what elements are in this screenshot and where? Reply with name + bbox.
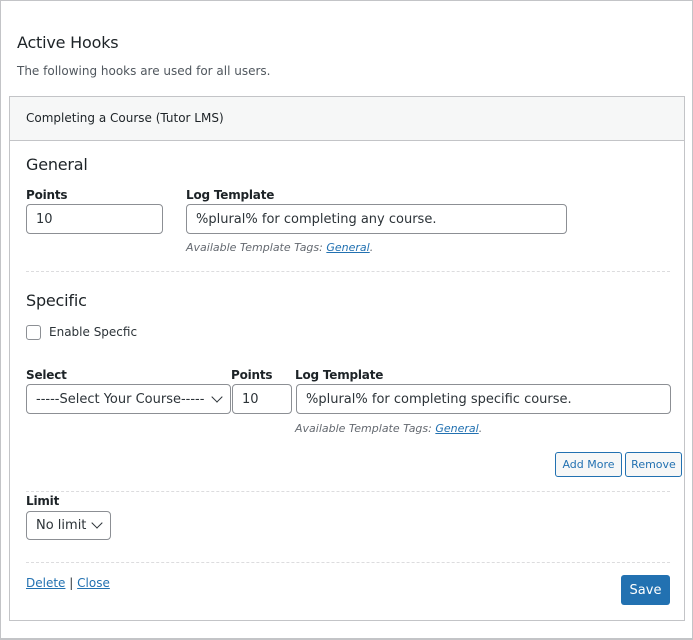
specific-points-input[interactable]: 10: [232, 384, 292, 414]
general-log-label: Log Template: [186, 188, 275, 202]
enable-specific-checkbox[interactable]: [26, 325, 41, 340]
enable-specific-label[interactable]: Enable Specfic: [49, 325, 137, 339]
specific-select-label: Select: [26, 368, 67, 382]
hook-header[interactable]: Completing a Course (Tutor LMS): [10, 97, 684, 141]
specific-tags-link[interactable]: General: [435, 422, 478, 435]
divider: [26, 562, 670, 563]
help-suffix: .: [478, 422, 483, 435]
general-tags-link[interactable]: General: [326, 241, 369, 254]
general-points-label: Points: [26, 188, 68, 202]
course-select-value: -----Select Your Course-----: [36, 391, 205, 407]
general-log-value: %plural% for completing any course.: [196, 211, 437, 227]
specific-help-text: Available Template Tags: General.: [295, 422, 482, 435]
divider: [26, 491, 670, 492]
general-log-template-input[interactable]: %plural% for completing any course.: [186, 204, 567, 234]
limit-select-value: No limit: [36, 518, 87, 533]
specific-points-label: Points: [231, 368, 273, 382]
chevron-down-icon: [211, 390, 223, 403]
close-link[interactable]: Close: [77, 576, 110, 590]
delete-link[interactable]: Delete: [26, 576, 65, 590]
chevron-down-icon: [91, 517, 103, 529]
limit-select[interactable]: No limit: [26, 511, 111, 540]
link-separator: |: [69, 576, 74, 590]
specific-log-label: Log Template: [295, 368, 384, 382]
general-points-value: 10: [36, 211, 53, 227]
specific-points-value: 10: [242, 391, 259, 407]
divider: [26, 271, 670, 272]
help-suffix: .: [369, 241, 374, 254]
add-more-button[interactable]: Add More: [555, 452, 622, 477]
general-heading: General: [26, 155, 88, 174]
course-select[interactable]: -----Select Your Course-----: [26, 384, 231, 414]
remove-button[interactable]: Remove: [625, 452, 682, 477]
limit-label: Limit: [26, 494, 60, 508]
specific-heading: Specific: [26, 291, 87, 310]
hook-panel: Completing a Course (Tutor LMS) General …: [9, 96, 685, 621]
hook-title: Completing a Course (Tutor LMS): [26, 111, 224, 125]
specific-log-template-input[interactable]: %plural% for completing specific course.: [296, 384, 671, 414]
specific-log-value: %plural% for completing specific course.: [306, 391, 572, 407]
page-title: Active Hooks: [17, 33, 119, 52]
help-prefix: Available Template Tags:: [186, 241, 327, 254]
general-help-text: Available Template Tags: General.: [186, 241, 373, 254]
page-description: The following hooks are used for all use…: [17, 64, 271, 78]
save-button[interactable]: Save: [621, 575, 670, 605]
general-points-input[interactable]: 10: [26, 204, 163, 234]
footer-links: Delete | Close: [26, 576, 110, 590]
help-prefix: Available Template Tags:: [295, 422, 436, 435]
